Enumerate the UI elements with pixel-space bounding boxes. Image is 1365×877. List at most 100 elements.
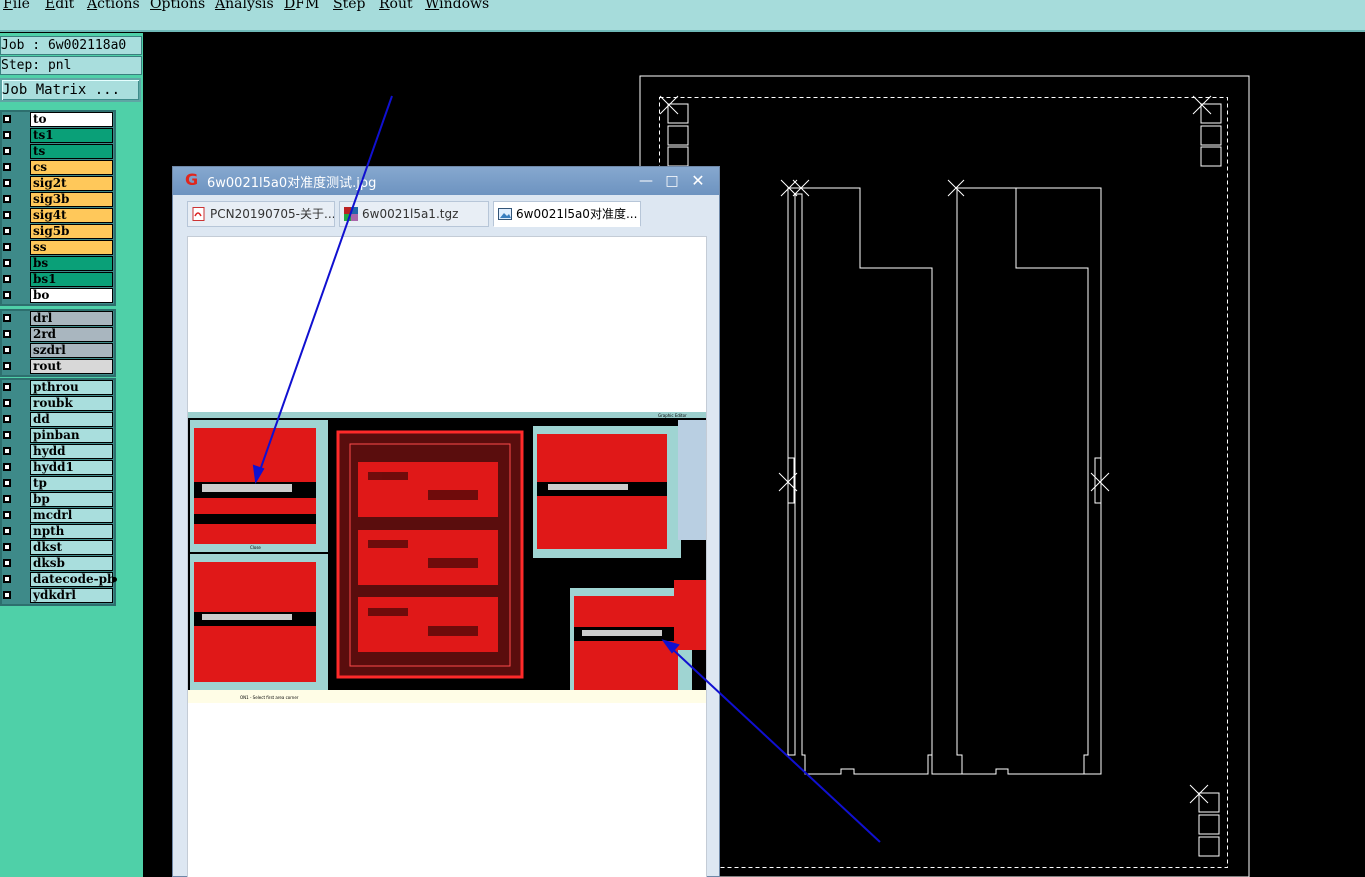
layer-name[interactable]: npth xyxy=(30,524,113,539)
layer-name[interactable]: sig5b xyxy=(30,224,113,239)
layer-row[interactable]: 2rd xyxy=(2,327,114,343)
menu-rout[interactable]: Rout xyxy=(379,0,413,12)
close-icon[interactable]: ✕ xyxy=(688,171,708,191)
layer-checkbox[interactable] xyxy=(3,415,11,423)
layer-name[interactable]: roubk xyxy=(30,396,113,411)
layer-row[interactable]: sig5b xyxy=(2,224,114,240)
layer-checkbox[interactable] xyxy=(3,527,11,535)
layer-name[interactable]: dkst xyxy=(30,540,113,555)
menu-file[interactable]: File xyxy=(3,0,30,12)
maximize-icon[interactable]: □ xyxy=(662,171,682,191)
layer-checkbox[interactable] xyxy=(3,131,11,139)
layer-checkbox[interactable] xyxy=(3,195,11,203)
layer-row[interactable]: bs1 xyxy=(2,272,114,288)
layer-checkbox[interactable] xyxy=(3,495,11,503)
layer-checkbox[interactable] xyxy=(3,227,11,235)
layer-row[interactable]: drl xyxy=(2,311,114,327)
menu-analysis[interactable]: Analysis xyxy=(215,0,274,12)
layer-name[interactable]: sig2t xyxy=(30,176,113,191)
menu-step[interactable]: Step xyxy=(333,0,365,12)
layer-checkbox[interactable] xyxy=(3,147,11,155)
layer-checkbox[interactable] xyxy=(3,115,11,123)
layer-name[interactable]: pthrou xyxy=(30,380,113,395)
layer-row[interactable]: sig4t xyxy=(2,208,114,224)
layer-name[interactable]: drl xyxy=(30,311,113,326)
layer-name[interactable]: bp xyxy=(30,492,113,507)
layer-row[interactable]: bp xyxy=(2,492,114,508)
layer-row[interactable]: dksb xyxy=(2,556,114,572)
tab-pcn-pdf[interactable]: PCN20190705-关于... xyxy=(187,201,335,227)
layer-name[interactable]: ss xyxy=(30,240,113,255)
menu-edit[interactable]: Edit xyxy=(45,0,74,12)
layer-name[interactable]: dksb xyxy=(30,556,113,571)
layer-checkbox[interactable] xyxy=(3,479,11,487)
layer-checkbox[interactable] xyxy=(3,463,11,471)
layer-name[interactable]: sig3b xyxy=(30,192,113,207)
layer-checkbox[interactable] xyxy=(3,362,11,370)
layer-name[interactable]: hydd xyxy=(30,444,113,459)
layer-name[interactable]: 2rd xyxy=(30,327,113,342)
layer-name[interactable]: cs xyxy=(30,160,113,175)
image-view-area[interactable]: Graphic Editor Close ON1 - Select first … xyxy=(187,236,707,877)
layer-name[interactable]: dd xyxy=(30,412,113,427)
layer-row[interactable]: roubk xyxy=(2,396,114,412)
layer-checkbox[interactable] xyxy=(3,275,11,283)
layer-checkbox[interactable] xyxy=(3,543,11,551)
layer-row[interactable]: sig2t xyxy=(2,176,114,192)
layer-name[interactable]: tp xyxy=(30,476,113,491)
layer-row[interactable]: hydd1 xyxy=(2,460,114,476)
layer-name[interactable]: rout xyxy=(30,359,113,374)
layer-checkbox[interactable] xyxy=(3,330,11,338)
minimize-icon[interactable]: — xyxy=(636,171,656,191)
layer-checkbox[interactable] xyxy=(3,163,11,171)
layer-row[interactable]: bs xyxy=(2,256,114,272)
layer-checkbox[interactable] xyxy=(3,291,11,299)
layer-row[interactable]: tp xyxy=(2,476,114,492)
layer-name[interactable]: ts xyxy=(30,144,113,159)
layer-name[interactable]: bo xyxy=(30,288,113,303)
layer-checkbox[interactable] xyxy=(3,575,11,583)
menu-options[interactable]: Options xyxy=(150,0,205,12)
layer-name[interactable]: pinban xyxy=(30,428,113,443)
layer-name[interactable]: ydkdrl xyxy=(30,588,113,603)
layer-name[interactable]: bs xyxy=(30,256,113,271)
layer-row[interactable]: cs xyxy=(2,160,114,176)
layer-checkbox[interactable] xyxy=(3,243,11,251)
layer-checkbox[interactable] xyxy=(3,399,11,407)
image-viewer-window[interactable]: G 6w0021l5a0对准度测试.jpg — □ ✕ PCN20190705-… xyxy=(172,166,720,877)
layer-name[interactable]: hydd1 xyxy=(30,460,113,475)
layer-name[interactable]: ts1 xyxy=(30,128,113,143)
layer-row[interactable]: ts xyxy=(2,144,114,160)
layer-name[interactable]: mcdrl xyxy=(30,508,113,523)
layer-row[interactable]: datecode-pb xyxy=(2,572,117,588)
menu-dfm[interactable]: DFM xyxy=(284,0,319,12)
layer-row[interactable]: dkst xyxy=(2,540,114,556)
layer-checkbox[interactable] xyxy=(3,447,11,455)
viewer-titlebar[interactable]: G 6w0021l5a0对准度测试.jpg — □ ✕ xyxy=(173,167,719,195)
layer-row[interactable]: ts1 xyxy=(2,128,114,144)
layer-checkbox[interactable] xyxy=(3,511,11,519)
layer-row[interactable]: to xyxy=(2,112,114,128)
layer-row[interactable]: sig3b xyxy=(2,192,114,208)
layer-row[interactable]: npth xyxy=(2,524,114,540)
layer-name[interactable]: sig4t xyxy=(30,208,113,223)
layer-name[interactable]: bs1 xyxy=(30,272,113,287)
layer-name[interactable]: szdrl xyxy=(30,343,113,358)
layer-row[interactable]: ydkdrl xyxy=(2,588,114,604)
tab-image-jpg[interactable]: 6w0021l5a0对准度... xyxy=(493,201,641,227)
job-matrix-button[interactable]: Job Matrix ... xyxy=(0,78,141,102)
menu-actions[interactable]: Actions xyxy=(87,0,140,12)
layer-name[interactable]: to xyxy=(30,112,113,127)
layer-checkbox[interactable] xyxy=(3,591,11,599)
layer-checkbox[interactable] xyxy=(3,314,11,322)
layer-checkbox[interactable] xyxy=(3,559,11,567)
layer-checkbox[interactable] xyxy=(3,346,11,354)
layer-row[interactable]: dd xyxy=(2,412,114,428)
layer-row[interactable]: pthrou xyxy=(2,380,114,396)
layer-row[interactable]: szdrl xyxy=(2,343,114,359)
layer-row[interactable]: hydd xyxy=(2,444,114,460)
layer-name[interactable]: datecode-pb xyxy=(30,572,115,587)
menu-windows[interactable]: Windows xyxy=(425,0,489,12)
layer-checkbox[interactable] xyxy=(3,383,11,391)
layer-checkbox[interactable] xyxy=(3,259,11,267)
